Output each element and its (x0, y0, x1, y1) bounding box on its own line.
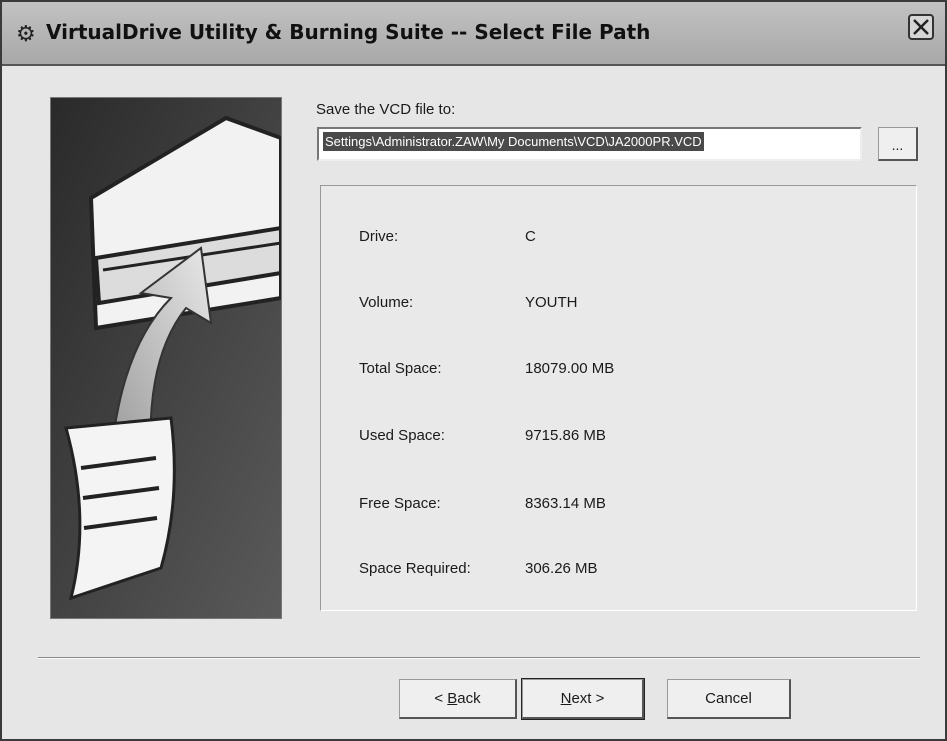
total-space-value: 18079.00 MB (525, 360, 615, 377)
free-space-value: 8363.14 MB (525, 495, 606, 512)
footer-divider (38, 657, 920, 659)
close-button[interactable] (908, 14, 934, 40)
save-path-label: Save the VCD file to: (316, 101, 456, 118)
free-space-label: Free Space: (359, 495, 441, 512)
cd-drive-arrow-document-illustration (50, 97, 282, 619)
next-button-label: ext > (571, 690, 605, 707)
space-required-label: Space Required: (359, 560, 471, 577)
volume-label: Volume: (359, 294, 414, 311)
used-space-value: 9715.86 MB (525, 427, 606, 444)
next-button[interactable]: Next > (521, 678, 645, 720)
drive-value: C (525, 228, 536, 245)
file-path-input[interactable]: Settings\Administrator.ZAW\My Documents\… (317, 127, 862, 161)
file-path-value[interactable]: Settings\Administrator.ZAW\My Documents\… (323, 132, 704, 151)
drive-info-panel: Drive: C Volume: YOUTH Total Space: 1807… (320, 185, 917, 611)
space-required-value: 306.26 MB (525, 560, 598, 577)
volume-value: YOUTH (525, 294, 578, 311)
browse-button[interactable]: ... (878, 127, 918, 161)
window-title: VirtualDrive Utility & Burning Suite -- … (46, 20, 651, 44)
wizard-window: ⚙ VirtualDrive Utility & Burning Suite -… (0, 0, 947, 741)
close-icon (913, 19, 929, 35)
back-button-label: ack (457, 690, 481, 707)
drive-label: Drive: (359, 228, 399, 245)
cancel-button[interactable]: Cancel (667, 679, 791, 719)
next-button-accelerator: N (560, 690, 572, 707)
back-button-prefix: < (434, 690, 448, 707)
title-bar[interactable]: ⚙ VirtualDrive Utility & Burning Suite -… (2, 2, 945, 66)
back-button-accelerator: B (447, 690, 458, 707)
back-button[interactable]: < Back (399, 679, 517, 719)
total-space-label: Total Space: (359, 360, 442, 377)
used-space-label: Used Space: (359, 427, 445, 444)
gear-wizard-icon: ⚙ (16, 21, 36, 46)
